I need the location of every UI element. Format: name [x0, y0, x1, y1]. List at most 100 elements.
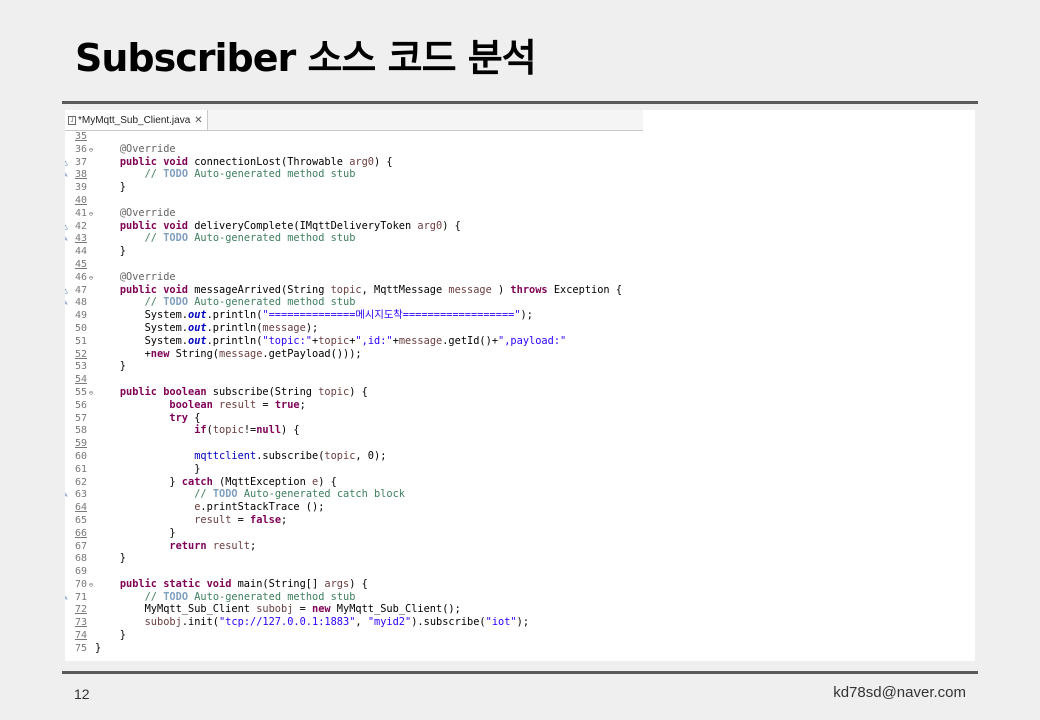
code-text: } — [95, 629, 126, 641]
code-line[interactable]: 64 e.printStackTrace (); — [65, 501, 643, 514]
code-line[interactable]: 61 } — [65, 463, 643, 476]
code-token: .subscribe( — [256, 449, 325, 462]
editor-tab[interactable]: J *MyMqtt_Sub_Client.java ✕ — [65, 110, 208, 130]
code-token: topic — [318, 334, 350, 347]
code-token: // — [144, 296, 164, 309]
code-line[interactable]: 73 subobj.init("tcp://127.0.0.1:1883", "… — [65, 616, 643, 629]
code-line[interactable]: 66 } — [65, 527, 643, 540]
code-text: // TODO Auto-generated method stub — [95, 591, 356, 603]
code-token: Auto-generated method stub — [188, 296, 356, 309]
code-line[interactable]: 37 △ public void connectionLost(Throwable… — [65, 156, 643, 169]
code-token: } — [95, 552, 126, 565]
code-line[interactable]: 57 try { — [65, 412, 643, 425]
code-line[interactable]: 44 } — [65, 245, 643, 258]
code-token: message — [262, 321, 306, 334]
code-text: System.out.println("topic:"+topic+",id:"… — [95, 334, 567, 347]
code-line[interactable]: 39 } — [65, 181, 643, 194]
code-token: TODO — [212, 488, 238, 501]
code-line[interactable]: 40 — [65, 194, 643, 207]
code-token: ) { — [318, 475, 337, 488]
code-token: .init( — [181, 616, 220, 629]
code-line[interactable]: 68 } — [65, 552, 643, 565]
code-text: // TODO Auto-generated method stub — [95, 232, 356, 245]
code-text: @Override — [95, 207, 176, 219]
code-line[interactable]: 36 ⊖ @Override — [65, 143, 643, 156]
code-token: Auto-generated method stub — [188, 232, 356, 245]
code-line[interactable]: 62 } catch (MqttException e) { — [65, 476, 643, 489]
code-text: result = false; — [95, 514, 287, 526]
close-icon[interactable]: ✕ — [194, 115, 202, 126]
code-text: e.printStackTrace (); — [95, 501, 324, 513]
code-token: ); — [305, 321, 319, 334]
code-area[interactable]: 35 36 ⊖ @Override 37 △ public void connectio… — [65, 130, 643, 655]
code-text: } — [95, 527, 175, 539]
code-line[interactable]: 55 ⊖ public boolean subscribe(String topi… — [65, 386, 643, 399]
code-line[interactable]: 59 — [65, 437, 643, 450]
code-token: ) { — [349, 577, 368, 590]
code-token: // — [144, 232, 164, 245]
code-line[interactable]: 60 mqttclient.subscribe(topic, 0); — [65, 450, 643, 463]
code-line[interactable]: 72 MyMqtt_Sub_Client subobj = new MyMqtt… — [65, 603, 643, 616]
code-line[interactable]: 48 ✎ // TODO Auto-generated method stub — [65, 296, 643, 309]
code-line[interactable]: 43 ✎ // TODO Auto-generated method stub — [65, 232, 643, 245]
editor-tab-bar: J *MyMqtt_Sub_Client.java ✕ — [65, 110, 643, 131]
code-token: System. — [95, 309, 188, 322]
code-token: TODO — [163, 232, 189, 245]
code-token: .getId()+ — [442, 334, 499, 347]
code-line[interactable]: 71 ✎ // TODO Auto-generated method stub — [65, 591, 643, 604]
code-text: public void connectionLost(Throwable arg… — [95, 156, 393, 168]
code-token: arg0 — [349, 155, 375, 168]
code-token: new — [312, 603, 331, 616]
code-token: System. — [95, 334, 188, 347]
code-line[interactable]: 38 ✎ // TODO Auto-generated method stub — [65, 168, 643, 181]
code-text: } — [95, 552, 126, 564]
code-line[interactable]: 65 result = false; — [65, 514, 643, 527]
code-text: // TODO Auto-generated catch block — [95, 488, 405, 500]
code-token: subobj — [256, 603, 294, 616]
code-line[interactable]: 50 System.out.println(message); — [65, 322, 643, 335]
code-line[interactable]: 51 System.out.println("topic:"+topic+",i… — [65, 335, 643, 348]
code-line[interactable]: 70 ⊖ public static void main(String[] arg… — [65, 578, 643, 591]
code-token: Auto-generated method stub — [188, 168, 356, 181]
code-line[interactable]: 49 System.out.println("==============메시지… — [65, 309, 643, 322]
code-line[interactable]: 56 boolean result = true; — [65, 399, 643, 412]
code-line[interactable]: 45 — [65, 258, 643, 271]
code-line[interactable]: 63 ✎ // TODO Auto-generated catch block — [65, 488, 643, 501]
code-token: String( — [169, 347, 220, 360]
code-token: null — [256, 424, 282, 437]
code-token: public void — [119, 219, 189, 232]
code-token: } — [95, 641, 102, 654]
editor-tab-label: *MyMqtt_Sub_Client.java — [78, 114, 191, 126]
code-line[interactable]: 54 — [65, 373, 643, 386]
code-line[interactable]: 75} — [65, 642, 643, 655]
code-text: } — [95, 360, 126, 372]
code-line[interactable]: 74 } — [65, 629, 643, 642]
code-line[interactable]: 52 +new String(message.getPayload())); — [65, 348, 643, 361]
code-token: } — [95, 629, 126, 642]
code-token: @Override — [119, 206, 176, 219]
code-line[interactable]: 46 ⊖ @Override — [65, 271, 643, 284]
code-token: System. — [95, 321, 188, 334]
slide-title: Subscriber 소스 코드 분석 — [75, 36, 537, 80]
code-line[interactable]: 47 △ public void messageArrived(String to… — [65, 284, 643, 297]
code-line[interactable]: 41 ⊖ @Override — [65, 207, 643, 220]
code-line[interactable]: 69 — [65, 565, 643, 578]
code-token: , MqttMessage — [361, 283, 449, 296]
code-line[interactable]: 58 if(topic!=null) { — [65, 424, 643, 437]
code-token: topic — [212, 424, 244, 437]
code-line[interactable]: 53 } — [65, 360, 643, 373]
code-editor[interactable]: J *MyMqtt_Sub_Client.java ✕ 35 36 ⊖ @Overr… — [65, 110, 643, 661]
code-line[interactable]: 67 return result; — [65, 540, 643, 553]
code-token: arg0 — [417, 219, 443, 232]
code-token: } — [95, 245, 126, 258]
code-line[interactable]: 42 △ public void deliveryComplete(IMqttDe… — [65, 220, 643, 233]
code-line[interactable]: 35 — [65, 130, 643, 143]
code-token: } — [95, 475, 182, 488]
